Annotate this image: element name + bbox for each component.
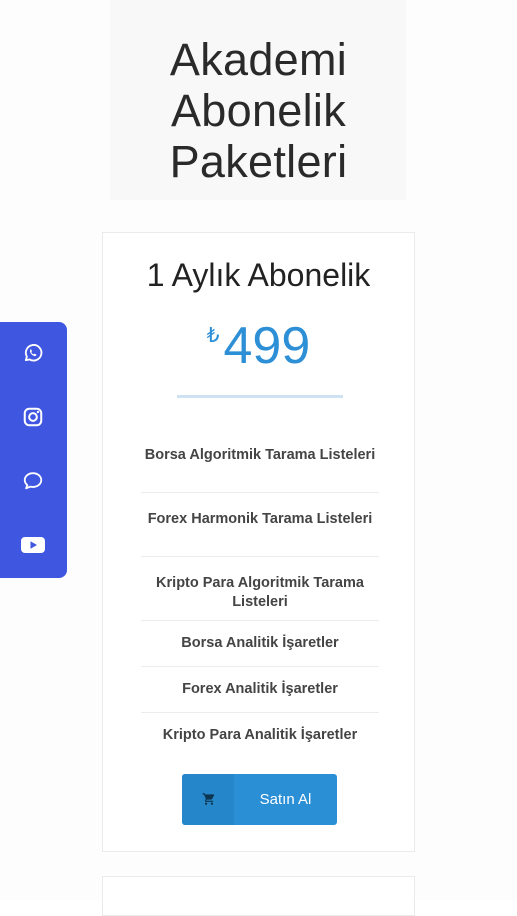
page-title-line: Akademi bbox=[169, 34, 348, 85]
feature-label: Kripto Para Algoritmik Tarama Listeleri bbox=[156, 575, 364, 610]
price-divider bbox=[177, 395, 343, 398]
chat-link[interactable] bbox=[18, 466, 48, 496]
whatsapp-icon bbox=[24, 344, 43, 362]
price-amount: 499 bbox=[223, 317, 311, 375]
feature-item: Borsa Analitik İşaretler bbox=[141, 621, 379, 667]
cart-icon bbox=[202, 793, 215, 805]
page-title-line: Paketleri bbox=[169, 136, 348, 187]
feature-label: Borsa Analitik İşaretler bbox=[181, 635, 339, 651]
chat-icon bbox=[23, 472, 43, 490]
feature-item: Kripto Para Analitik İşaretler bbox=[141, 713, 379, 759]
feature-label: Kripto Para Analitik İşaretler bbox=[162, 727, 358, 743]
feature-item: Kripto Para Algoritmik Tarama Listeleri bbox=[141, 557, 379, 621]
buy-button[interactable]: Satın Al bbox=[182, 774, 337, 825]
plan-name: 1 Aylık Abonelik bbox=[146, 257, 371, 293]
feature-label: Forex Harmonik Tarama Listeleri bbox=[147, 511, 373, 527]
social-sidebar bbox=[0, 322, 67, 578]
feature-item: Forex Analitik İşaretler bbox=[141, 667, 379, 713]
instagram-link[interactable] bbox=[18, 402, 48, 432]
feature-label: Forex Analitik İşaretler bbox=[182, 681, 338, 697]
feature-label: Borsa Algoritmik Tarama Listeleri bbox=[144, 447, 376, 463]
whatsapp-link[interactable] bbox=[18, 338, 48, 368]
youtube-link[interactable] bbox=[18, 530, 48, 560]
feature-list: Borsa Algoritmik Tarama Listeleri Forex … bbox=[141, 429, 379, 759]
page-title: Akademi Abonelik Paketleri bbox=[0, 34, 517, 187]
pricing-card: 1 Aylık Abonelik ₺499 Borsa Algoritmik T… bbox=[102, 232, 415, 852]
instagram-icon bbox=[23, 407, 43, 427]
page-title-line: Abonelik bbox=[170, 85, 347, 136]
pricing-card-next bbox=[102, 876, 415, 916]
price-display: ₺499 bbox=[103, 313, 414, 383]
currency-symbol: ₺ bbox=[206, 325, 220, 347]
feature-item: Borsa Algoritmik Tarama Listeleri bbox=[141, 429, 379, 493]
youtube-icon bbox=[21, 537, 45, 553]
feature-item: Forex Harmonik Tarama Listeleri bbox=[141, 493, 379, 557]
buy-button-label: Satın Al bbox=[259, 791, 312, 808]
